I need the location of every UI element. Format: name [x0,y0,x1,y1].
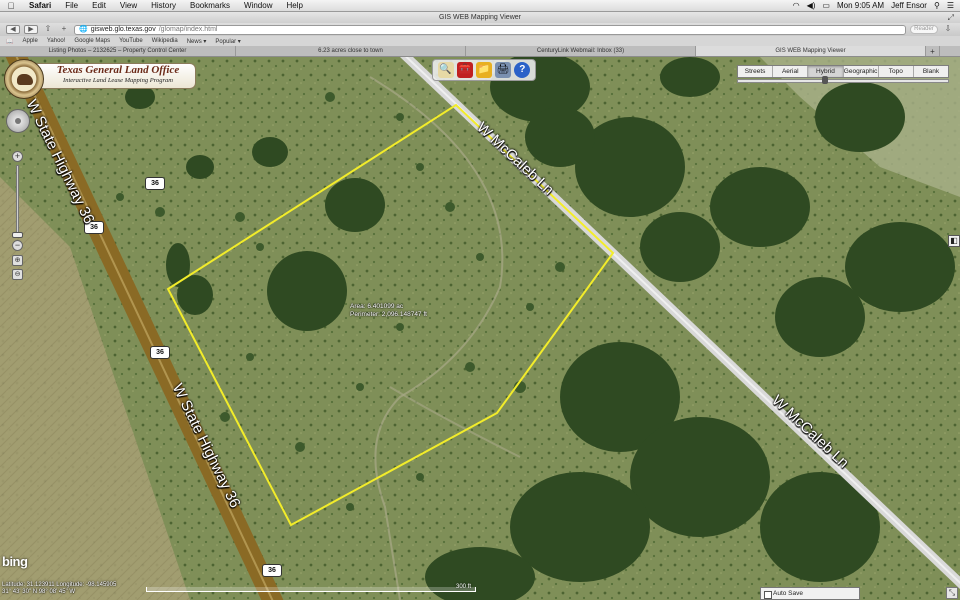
map-type-selector: Streets Aerial Hybrid Geographic Topo Bl… [737,65,949,78]
lat-long-dms: 31° 43' 30" N 98° 08' 45" W [2,589,76,595]
highway-shield: 36 [262,564,282,577]
magnify-out-icon[interactable]: ⊖ [12,269,23,280]
highway-shield: 36 [150,346,170,359]
help-icon[interactable]: ? [514,62,531,78]
map-type-blank[interactable]: Blank [914,66,948,77]
folder-icon[interactable]: 📁 [475,62,492,78]
url-path: /glomap/index.html [158,26,218,33]
magnify-in-icon[interactable]: ⊕ [12,255,23,266]
menu-file[interactable]: File [58,1,85,10]
url-host: gisweb.glo.texas.gov [90,26,156,33]
scale-label: 300 ft [456,584,472,590]
lat-long-decimal: Latitude: 31.123911 Longitude: -98.14590… [2,582,117,588]
bookmarks-icon[interactable]: 📖 [6,38,13,45]
fullscreen-icon[interactable]: ⤢ [948,13,954,23]
share-icon[interactable]: ⇧ [42,25,54,34]
coordinate-readout: Latitude: 31.123911 Longitude: -98.14590… [2,582,116,596]
toolbox-icon[interactable]: 🧰 [456,62,473,78]
browser-toolbar: ◀ ▶ ⇧ + 🌐 gisweb.glo.texas.gov/glomap/in… [0,23,960,36]
printer-icon[interactable]: 🖨 [495,62,512,78]
perimeter-value: Perimeter: 2,096.148747 ft [350,311,427,318]
menu-status-area: ◠ ◀) ▭ Mon 9:05 AM Jeff Ensor ⚲ ☰ [793,1,960,10]
bookmark-news[interactable]: News ▾ [187,38,207,45]
map-type-geographic[interactable]: Geographic [844,66,879,77]
new-tab-button[interactable]: + [926,46,940,56]
globe-icon: 🌐 [79,26,88,33]
tab-listing-photos[interactable]: Listing Photos – 2132625 – Property Cont… [0,46,236,56]
menu-safari[interactable]: Safari [22,1,58,10]
bookmark-google-maps[interactable]: Google Maps [74,38,110,44]
address-bar[interactable]: 🌐 gisweb.glo.texas.gov/glomap/index.html [74,24,906,35]
map-tools-palette: 🔍 🧰 📁 🖨 ? [432,59,536,81]
glo-banner: Texas General Land Office Interactive La… [32,63,196,89]
tab-acres[interactable]: 6.23 acres close to town [236,46,466,56]
bookmark-yahoo[interactable]: Yahoo! [47,38,66,44]
tab-bar: Listing Photos – 2132625 – Property Cont… [0,46,960,57]
window-title-bar: GIS WEB Mapping Viewer ⤢ [0,12,960,23]
bookmark-youtube[interactable]: YouTube [119,38,143,44]
zoom-slider-handle[interactable] [12,232,23,238]
menu-view[interactable]: View [113,1,144,10]
spotlight-icon[interactable]: ⚲ [934,1,940,10]
bookmark-apple[interactable]: Apple [22,38,37,44]
forward-button[interactable]: ▶ [24,25,38,34]
opacity-slider-track[interactable] [737,79,949,83]
glo-subtitle: Interactive Land Lease Mapping Program [63,77,173,84]
measurement-readout: Area: 6.401099 ac Perimeter: 2,096.14874… [350,303,427,319]
bing-logo: bing [2,554,28,569]
glo-title: Texas General Land Office [56,64,180,76]
back-button[interactable]: ◀ [6,25,20,34]
layer-panel-toggle-icon[interactable]: ◧ [948,235,960,247]
battery-icon[interactable]: ▭ [822,1,830,10]
tab-webmail[interactable]: CenturyLink Webmail: Inbox (33) [466,46,696,56]
menu-edit[interactable]: Edit [85,1,113,10]
wifi-icon[interactable]: ◠ [793,1,800,10]
window-title: GIS WEB Mapping Viewer [439,14,521,21]
menu-window[interactable]: Window [237,1,279,10]
menu-history[interactable]: History [144,1,183,10]
tab-gis-viewer[interactable]: GIS WEB Mapping Viewer [696,46,926,56]
map-type-streets[interactable]: Streets [738,66,774,77]
glo-logo[interactable]: Texas General Land Office Interactive La… [4,59,196,99]
menu-bookmarks[interactable]: Bookmarks [183,1,237,10]
menu-help[interactable]: Help [279,1,309,10]
apple-logo-icon[interactable]:  [0,1,22,11]
bookmarks-bar: 📖 Apple Yahoo! Google Maps YouTube Wikip… [0,36,960,46]
bookmark-popular[interactable]: Popular ▾ [215,38,240,45]
map-canvas[interactable]: Texas General Land Office Interactive La… [0,57,960,600]
area-value: Area: 6.401099 ac [350,303,404,310]
reader-button[interactable]: Reader [910,25,938,34]
user-name[interactable]: Jeff Ensor [891,1,927,10]
highway-shield: 36 [145,177,165,190]
notification-center-icon[interactable]: ☰ [947,1,954,10]
opacity-slider-handle[interactable] [822,76,828,84]
glo-seal-icon [4,59,44,99]
zoom-in-button[interactable]: + [12,151,23,162]
map-type-aerial[interactable]: Aerial [773,66,809,77]
bookmark-wikipedia[interactable]: Wikipedia [152,38,178,44]
macos-menu-bar:  Safari File Edit View History Bookmark… [0,0,960,12]
auto-save-checkbox[interactable]: Auto Save [760,587,860,600]
downloads-icon[interactable]: ⇩ [942,25,954,34]
add-tab-icon[interactable]: + [58,25,70,34]
navigation-control: + − ⊕ ⊖ [4,109,32,284]
map-type-topo[interactable]: Topo [879,66,914,77]
zoom-out-button[interactable]: − [12,240,23,251]
clock[interactable]: Mon 9:05 AM [837,1,884,10]
identify-tool-icon[interactable]: 🔍 [437,62,454,78]
volume-icon[interactable]: ◀) [807,1,816,10]
zoom-slider-track[interactable] [16,165,19,237]
scale-bar [146,587,476,592]
resize-icon[interactable]: ⤡ [946,587,958,599]
